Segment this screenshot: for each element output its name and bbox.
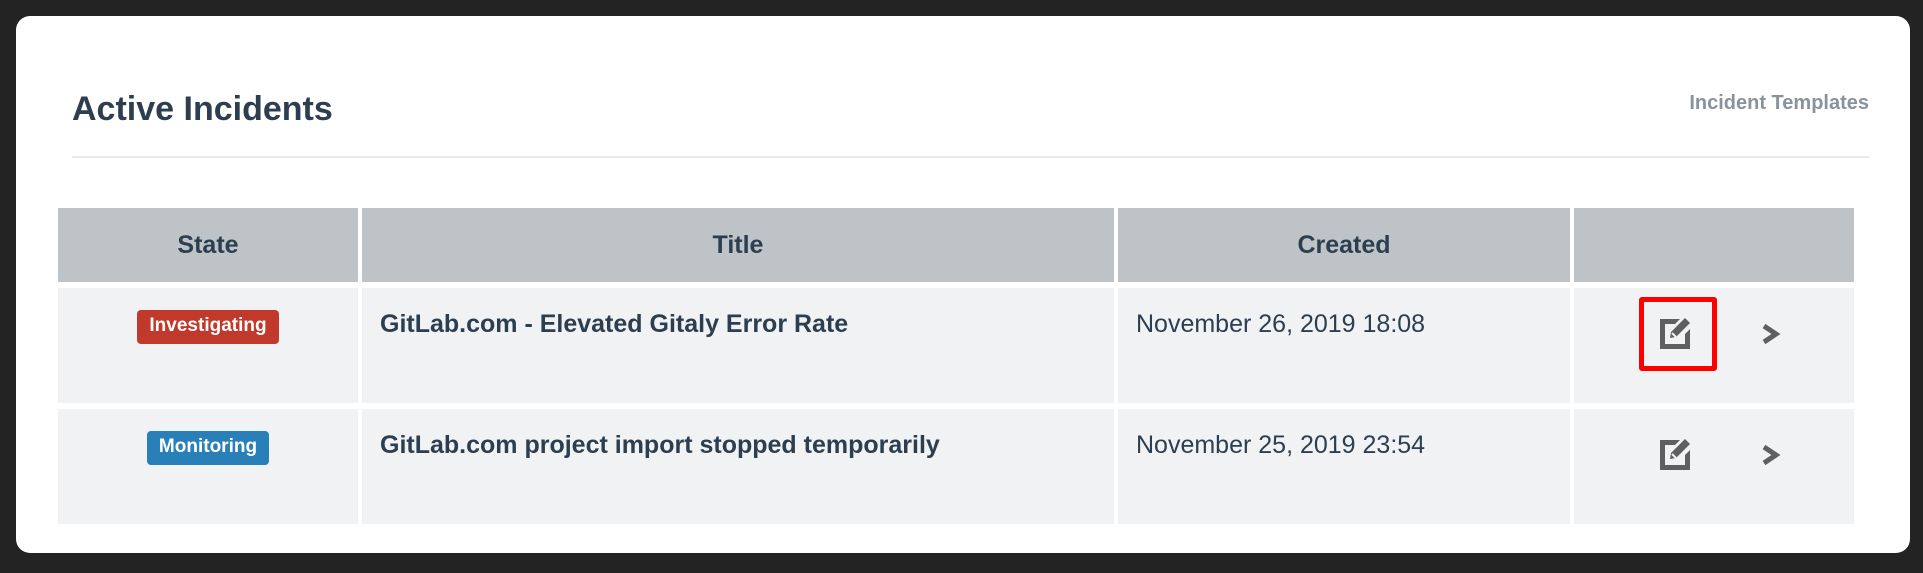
chevron-right-icon[interactable] [1760,322,1782,346]
column-header-state: State [58,208,358,282]
table-row: Monitoring GitLab.com project import sto… [58,409,1854,524]
column-header-actions [1574,208,1854,282]
column-header-created: Created [1118,208,1570,282]
edit-icon[interactable] [1660,317,1692,349]
chevron-right-icon[interactable] [1760,443,1782,467]
page-title: Active Incidents [72,90,333,128]
divider [72,156,1869,158]
status-badge: Investigating [137,310,279,344]
incident-templates-link[interactable]: Incident Templates [1689,92,1869,115]
incident-title[interactable]: GitLab.com project import stopped tempor… [362,409,1114,524]
column-header-title: Title [362,208,1114,282]
incident-created: November 26, 2019 18:08 [1118,288,1570,403]
table-header-row: State Title Created [58,208,1854,282]
incidents-table: State Title Created Investigating GitLab… [54,202,1858,530]
table-row: Investigating GitLab.com - Elevated Gita… [58,288,1854,403]
edit-icon[interactable] [1660,438,1692,470]
status-badge: Monitoring [146,431,270,465]
incident-title[interactable]: GitLab.com - Elevated Gitaly Error Rate [362,288,1114,403]
incidents-card: Active Incidents Incident Templates Stat… [16,16,1910,553]
incident-created: November 25, 2019 23:54 [1118,409,1570,524]
